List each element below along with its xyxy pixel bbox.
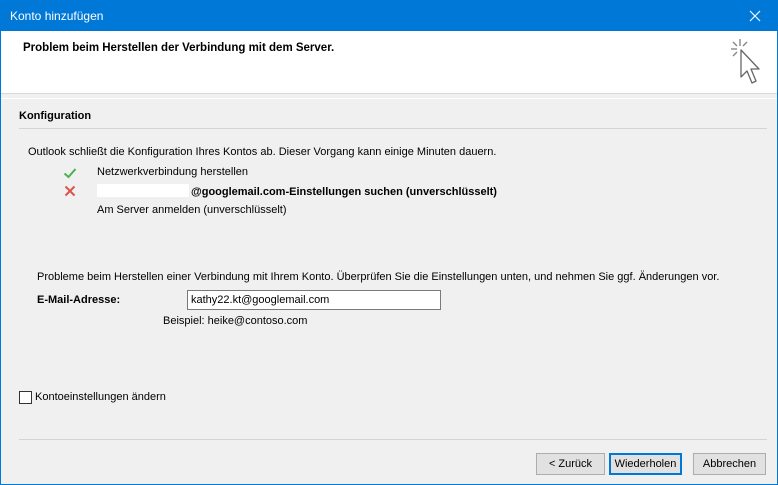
step-label: Netzwerkverbindung herstellen	[97, 166, 249, 178]
header-panel: Problem beim Herstellen der Verbindung m…	[1, 31, 777, 94]
title-bar: Konto hinzufügen	[1, 1, 777, 31]
step-label: @googlemail.com-Einstellungen suchen (un…	[97, 184, 497, 198]
email-field[interactable]	[187, 290, 441, 310]
error-x-icon	[61, 183, 79, 199]
section-title: Konfiguration	[19, 110, 92, 122]
intro-text: Outlook schließt die Konfiguration Ihres…	[28, 146, 497, 158]
footer-divider	[19, 439, 767, 440]
checkmark-icon	[61, 165, 79, 181]
window-title: Konto hinzufügen	[10, 9, 104, 23]
cancel-button[interactable]: Abbrechen	[693, 453, 766, 475]
add-account-dialog: Konto hinzufügen Problem beim Herstellen…	[0, 0, 778, 485]
redacted-username	[97, 184, 189, 197]
email-example: Beispiel: heike@contoso.com	[163, 315, 308, 327]
page-heading: Problem beim Herstellen der Verbindung m…	[23, 42, 335, 54]
step-label: Am Server anmelden (unverschlüsselt)	[97, 204, 287, 216]
header-separator	[1, 98, 777, 99]
email-label: E-Mail-Adresse:	[37, 294, 121, 306]
click-pointer-icon	[731, 39, 760, 84]
back-button[interactable]: < Zurück	[536, 453, 605, 475]
retry-button[interactable]: Wiederholen	[609, 453, 682, 475]
problem-message: Probleme beim Herstellen einer Verbindun…	[37, 271, 720, 283]
close-icon	[749, 10, 761, 22]
close-button[interactable]	[733, 1, 777, 31]
change-settings-checkbox[interactable]	[19, 391, 32, 404]
section-divider	[19, 128, 767, 129]
change-settings-label[interactable]: Kontoeinstellungen ändern	[35, 391, 166, 403]
